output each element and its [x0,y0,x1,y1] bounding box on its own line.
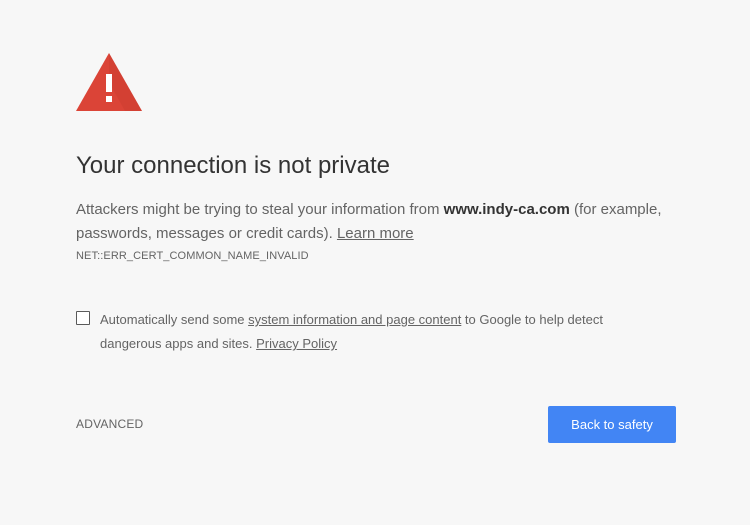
warning-triangle-icon [76,53,142,111]
error-code: NET::ERR_CERT_COMMON_NAME_INVALID [76,250,309,262]
interstitial-page: Your connection is not private Attackers… [0,0,750,525]
reporting-prefix: Automatically send some [100,312,249,327]
extended-reporting-text: Automatically send some system informati… [100,308,640,356]
advanced-button[interactable]: ADVANCED [76,417,143,431]
page-title: Your connection is not private [76,152,390,179]
explanation-text: Attackers might be trying to steal your … [76,198,686,246]
learn-more-link[interactable]: Learn more [337,225,414,242]
system-information-link[interactable]: system information and page content [248,312,461,327]
back-to-safety-button[interactable]: Back to safety [548,406,676,443]
site-domain: www.indy-ca.com [443,201,570,218]
explanation-prefix: Attackers might be trying to steal your … [76,201,444,218]
privacy-policy-link[interactable]: Privacy Policy [256,336,337,351]
extended-reporting-checkbox[interactable] [76,311,90,325]
